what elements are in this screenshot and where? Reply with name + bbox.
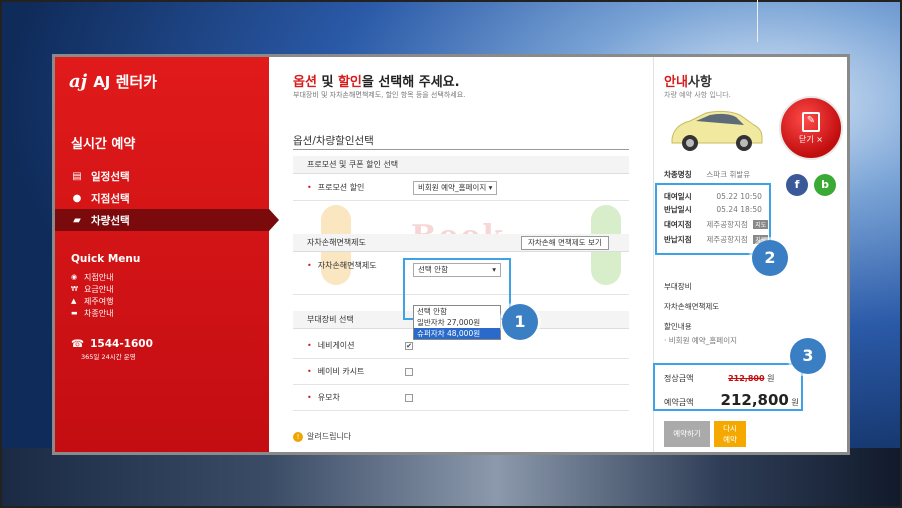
facebook-icon[interactable]: f [786, 174, 808, 196]
close-label: 닫기 × [799, 135, 823, 144]
close-button[interactable]: ✎ 닫기 × [779, 96, 843, 160]
memo-icon: ✎ [802, 112, 820, 132]
dropdown-option[interactable]: 선택 안함 [414, 306, 500, 317]
dropdown-option[interactable]: 일반자차 27,000원 [414, 317, 500, 328]
marker-3: 3 [790, 338, 826, 374]
marker-1: 1 [502, 304, 538, 340]
cdw-dropdown: 선택 안함 일반자차 27,000원 슈퍼자차 48,000원 [413, 305, 501, 340]
blog-icon[interactable]: b [814, 174, 836, 196]
dropdown-option-selected[interactable]: 슈퍼자차 48,000원 [414, 328, 500, 339]
marker-2: 2 [752, 240, 788, 276]
hanger-line [757, 0, 758, 42]
